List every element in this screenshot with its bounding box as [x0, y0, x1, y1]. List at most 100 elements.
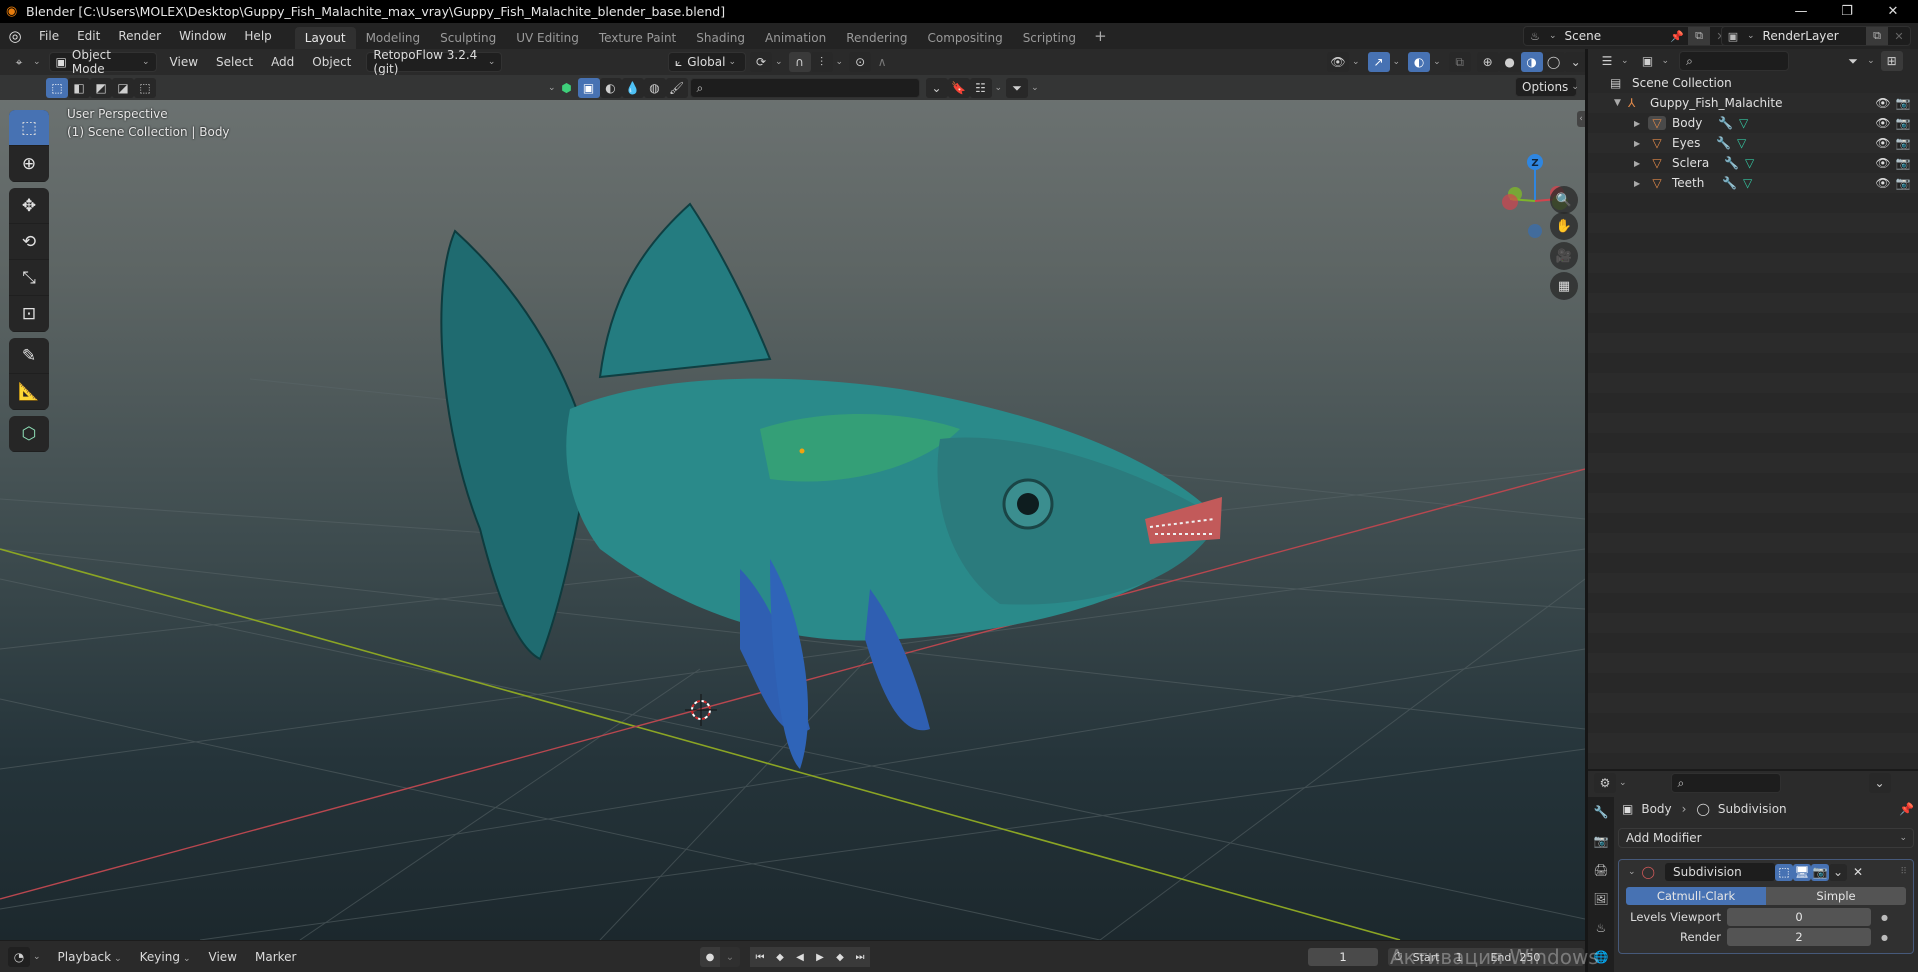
tab-animation[interactable]: Animation [755, 27, 836, 49]
modifier-wrench-icon[interactable]: 🔧 [1718, 116, 1733, 130]
options-dropdown[interactable]: Options ⌄ [1515, 77, 1579, 97]
mesh-data-icon[interactable]: ▽ [1743, 176, 1752, 190]
delete-view-layer-button[interactable]: ✕ [1888, 27, 1910, 45]
tab-uv-editing[interactable]: UV Editing [506, 27, 589, 49]
collapse-chevron-icon[interactable]: ⌄ [1628, 867, 1636, 877]
menu-add[interactable]: Add [262, 55, 303, 69]
retopoflow-menu[interactable]: RetopoFlow 3.2.4 (git) ⌄ [366, 49, 503, 76]
gizmo-toggle-icon[interactable]: ↗ [1367, 52, 1390, 72]
brush-filter-icon[interactable]: 🖌 [665, 78, 688, 98]
expand-triangle-icon[interactable]: ▶ [1634, 119, 1648, 128]
hierarchy-icon[interactable]: ☷ [969, 78, 992, 98]
filter-icon[interactable]: ⏷ [1006, 78, 1029, 98]
solid-shading-icon[interactable]: ● [1498, 52, 1521, 72]
expand-triangle-icon[interactable]: ▶ [1634, 179, 1648, 188]
fish-model[interactable] [440, 202, 1222, 769]
light-filter-icon[interactable]: 💧 [621, 78, 644, 98]
menu-render[interactable]: Render [109, 23, 170, 49]
render-camera-icon[interactable]: 📷 [1894, 116, 1912, 130]
collapse-triangle-icon[interactable]: ▼ [1614, 98, 1628, 108]
outliner-item-sclera[interactable]: ▶ ▽ Sclera 🔧 ▽ 👁 📷 [1588, 153, 1918, 173]
world-filter-icon[interactable]: ◍ [643, 78, 666, 98]
select-box-tool[interactable]: ⬚ [9, 110, 49, 146]
camera-view-button[interactable]: 🎥 [1550, 242, 1578, 270]
visibility-eye-icon[interactable]: 👁 [1874, 156, 1892, 170]
simple-option[interactable]: Simple [1766, 887, 1906, 905]
marker-menu[interactable]: Marker [246, 950, 305, 964]
restore-button[interactable]: ❐ [1824, 0, 1870, 23]
view-layer-tab[interactable]: 🖼 [1588, 884, 1614, 913]
render-camera-icon[interactable]: 📷 [1894, 156, 1912, 170]
outliner-editor-type-icon[interactable]: ☰ [1596, 51, 1618, 71]
render-camera-icon[interactable]: 📷 [1894, 176, 1912, 190]
jump-end-icon[interactable]: ⏭ [850, 947, 870, 967]
xray-toggle-icon[interactable]: ⧉ [1448, 52, 1471, 72]
minimize-button[interactable]: — [1778, 0, 1824, 23]
visibility-eye-icon[interactable]: 👁 [1874, 176, 1892, 190]
select-mode-subtract-icon[interactable]: ◩ [90, 78, 112, 98]
prev-keyframe-icon[interactable]: ◆ [770, 947, 790, 967]
outliner-search-input[interactable]: ⌕ [1679, 51, 1790, 71]
stopwatch-icon[interactable]: ⏱ [1394, 950, 1403, 964]
color-hex-icon[interactable]: ⬢ [556, 78, 578, 98]
object-filter-icon[interactable]: ▣ [577, 78, 600, 98]
keying-menu[interactable]: Keying ⌄ [131, 950, 200, 964]
select-mode-intersect-icon[interactable]: ⬚ [134, 78, 156, 98]
overlay-toggle-icon[interactable]: ◐ [1408, 52, 1431, 72]
asset-search-input[interactable]: ⌕ [689, 78, 920, 98]
modifier-wrench-icon[interactable]: 🔧 [1724, 156, 1739, 170]
select-mode-extend-icon[interactable]: ◧ [68, 78, 90, 98]
pivot-point-icon[interactable]: ⟳ [750, 52, 772, 72]
keyframe-dot-icon[interactable]: ● [1881, 913, 1888, 922]
measure-tool[interactable]: 📐 [9, 374, 49, 410]
timeline-view-menu[interactable]: View [200, 950, 246, 964]
tool-tab[interactable]: 🔧 [1588, 797, 1614, 826]
start-frame-field[interactable]: 1 [1455, 951, 1462, 964]
expand-triangle-icon[interactable]: ▶ [1634, 139, 1648, 148]
playback-menu[interactable]: Playback ⌄ [49, 950, 131, 964]
add-workspace-button[interactable]: + [1086, 27, 1115, 45]
mesh-data-icon[interactable]: ▽ [1739, 116, 1748, 130]
rotate-tool[interactable]: ⟲ [9, 224, 49, 260]
gizmo-neg-z-axis[interactable] [1528, 224, 1542, 238]
ortho-toggle-button[interactable]: ▦ [1550, 272, 1578, 300]
outliner-filter-icon[interactable]: ⏷ [1842, 51, 1865, 71]
render-tab[interactable]: 📷 [1588, 826, 1614, 855]
select-mode-new-icon[interactable]: ⬚ [46, 78, 68, 98]
play-icon[interactable]: ▶ [810, 947, 830, 967]
menu-view[interactable]: View [161, 55, 207, 69]
visibility-icon[interactable]: 👁 [1327, 52, 1349, 72]
play-reverse-icon[interactable]: ◀ [790, 947, 810, 967]
cursor-tool[interactable]: ⊕ [9, 146, 49, 182]
new-scene-button[interactable]: ⧉ [1688, 27, 1710, 45]
modifier-name-field[interactable]: Subdivision [1664, 863, 1775, 881]
material-preview-shading-icon[interactable]: ◑ [1520, 52, 1543, 72]
scene-collection-row[interactable]: ▤ Scene Collection [1588, 73, 1918, 93]
mesh-data-icon[interactable]: ▽ [1745, 156, 1754, 170]
auto-keying-icon[interactable]: ● [700, 947, 720, 967]
menu-object[interactable]: Object [303, 55, 360, 69]
new-view-layer-button[interactable]: ⧉ [1866, 27, 1888, 45]
scale-tool[interactable]: ⤡ [9, 260, 49, 296]
menu-help[interactable]: Help [235, 23, 280, 49]
render-levels-field[interactable]: 2 [1727, 928, 1871, 946]
mode-selector[interactable]: ▣ Object Mode ⌄ [48, 49, 157, 76]
transform-tool[interactable]: ⊡ [9, 296, 49, 332]
tab-rendering[interactable]: Rendering [836, 27, 917, 49]
expand-triangle-icon[interactable]: ▶ [1634, 159, 1648, 168]
timeline-editor-type-icon[interactable]: ◔ [8, 946, 30, 967]
render-toggle-icon[interactable]: 📷 [1810, 863, 1829, 881]
world-tab[interactable]: 🌐 [1588, 942, 1614, 971]
outliner-item-teeth[interactable]: ▶ ▽ Teeth 🔧 ▽ 👁 📷 [1588, 173, 1918, 193]
collection-row[interactable]: ▼ ⅄ Guppy_Fish_Malachite 👁 📷 [1588, 93, 1918, 113]
pin-icon[interactable]: 📌 [1899, 802, 1914, 816]
wireframe-shading-icon[interactable]: ⊕ [1476, 52, 1499, 72]
scene-tab[interactable]: ♨ [1588, 913, 1614, 942]
outliner-item-body[interactable]: ▶ ▽ Body 🔧 ▽ 👁 📷 [1588, 113, 1918, 133]
sidebar-expand-button[interactable]: ‹ [1577, 111, 1585, 127]
menu-file[interactable]: File [30, 23, 68, 49]
select-mode-invert-icon[interactable]: ◪ [112, 78, 134, 98]
levels-viewport-field[interactable]: 0 [1727, 908, 1871, 926]
add-cube-tool[interactable]: ⬡ [9, 416, 49, 452]
outliner-item-eyes[interactable]: ▶ ▽ Eyes 🔧 ▽ 👁 📷 [1588, 133, 1918, 153]
